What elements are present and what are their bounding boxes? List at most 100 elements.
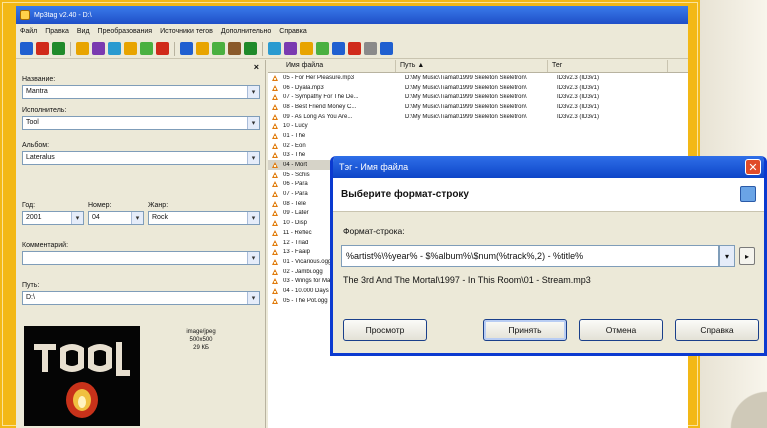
audio-file-icon: [272, 74, 278, 81]
chevron-down-icon[interactable]: ▾: [247, 152, 259, 164]
audio-file-icon: [272, 171, 278, 178]
audio-file-icon: [272, 200, 278, 207]
menu-help[interactable]: Справка: [279, 28, 306, 35]
title-bar: Mp3tag v2.40 - D:\: [16, 6, 688, 24]
arrow-right-icon[interactable]: ▸: [739, 247, 755, 265]
chevron-down-icon[interactable]: ▾: [247, 117, 259, 129]
row-path: D:\My Music\Tiamat\1999 Skeleton Skeletr…: [405, 113, 527, 120]
row-filename: 06 - Dyala.mp3: [283, 84, 324, 91]
audio-file-icon: [272, 297, 278, 304]
audio-file-icon: [272, 84, 278, 91]
toolbar-button-icon[interactable]: [332, 42, 345, 55]
audio-file-icon: [272, 220, 278, 227]
toolbar-button-icon[interactable]: [228, 42, 241, 55]
track-combo[interactable]: 04 ▾: [88, 211, 144, 225]
toolbar-button-icon[interactable]: [380, 42, 393, 55]
toolbar-button-icon[interactable]: [180, 42, 193, 55]
table-row[interactable]: 02 - Eon: [268, 141, 688, 151]
dialog-title-bar: Тэг - Имя файла: [333, 156, 764, 178]
audio-file-icon: [272, 249, 278, 256]
row-filename: 02 - Eon: [283, 142, 306, 149]
chevron-down-icon[interactable]: ▾: [247, 292, 259, 304]
toolbar-button-icon[interactable]: [212, 42, 225, 55]
toolbar-button-icon[interactable]: [364, 42, 377, 55]
audio-file-icon: [272, 210, 278, 217]
audio-file-icon: [272, 181, 278, 188]
toolbar-button-icon[interactable]: [268, 42, 281, 55]
genre-label: Жанр:: [148, 202, 169, 209]
ok-button[interactable]: Принять: [483, 319, 567, 341]
row-filename: 07 - Sympathy For The De...: [283, 94, 359, 101]
album-combo[interactable]: Lateralus ▾: [22, 151, 260, 165]
menu-extra[interactable]: Дополнительно: [221, 28, 271, 35]
menu-tag-sources[interactable]: Источники тегов: [160, 28, 213, 35]
panel-close-icon[interactable]: ×: [254, 62, 259, 72]
toolbar-button-icon[interactable]: [300, 42, 313, 55]
toolbar-button-icon[interactable]: [76, 42, 89, 55]
comment-field: Комментарий: ▾: [22, 242, 260, 265]
table-row[interactable]: 07 - Sympathy For The De... D:\My Music\T…: [268, 92, 688, 102]
toolbar-button-icon[interactable]: [244, 42, 257, 55]
audio-file-icon: [272, 94, 278, 101]
column-path[interactable]: Путь ▲: [396, 60, 548, 72]
title-field: Название: Mantra ▾: [22, 76, 260, 99]
audio-file-icon: [272, 191, 278, 198]
menu-view[interactable]: Вид: [77, 28, 90, 35]
menu-convert[interactable]: Преобразования: [98, 28, 153, 35]
artist-combo[interactable]: Tool ▾: [22, 116, 260, 130]
toolbar-button-icon[interactable]: [92, 42, 105, 55]
toolbar-button-icon[interactable]: [108, 42, 121, 55]
toolbar-button-icon[interactable]: [156, 42, 169, 55]
menu-file[interactable]: Файл: [20, 28, 37, 35]
toolbar-separator: [262, 41, 263, 56]
audio-file-icon: [272, 132, 278, 139]
audio-file-icon: [272, 268, 278, 275]
toolbar-button-icon[interactable]: [36, 42, 49, 55]
chevron-down-icon[interactable]: ▾: [247, 86, 259, 98]
track-field: Номер: 04 ▾: [88, 202, 144, 225]
help-button[interactable]: Справка: [675, 319, 759, 341]
chevron-down-icon[interactable]: ▾: [247, 252, 259, 264]
column-tag[interactable]: Тег: [548, 60, 668, 72]
cancel-button[interactable]: Отмена: [579, 319, 663, 341]
chevron-down-icon[interactable]: ▾: [71, 212, 83, 224]
toolbar-button-icon[interactable]: [284, 42, 297, 55]
toolbar-button-icon[interactable]: [52, 42, 65, 55]
album-field: Альбом: Lateralus ▾: [22, 142, 260, 165]
toolbar-separator: [174, 41, 175, 56]
table-row[interactable]: 10 - Lucy: [268, 121, 688, 131]
toolbar-button-icon[interactable]: [140, 42, 153, 55]
menu-edit[interactable]: Правка: [45, 28, 69, 35]
toolbar-button-icon[interactable]: [316, 42, 329, 55]
file-list-header: Имя файла Путь ▲ Тег: [268, 60, 688, 73]
chevron-down-icon[interactable]: ▾: [131, 212, 143, 224]
audio-file-icon: [272, 239, 278, 246]
chevron-down-icon[interactable]: ▾: [719, 245, 735, 267]
genre-field: Жанр: Rock ▾: [148, 202, 260, 225]
toolbar-button-icon[interactable]: [196, 42, 209, 55]
audio-file-icon: [272, 258, 278, 265]
chevron-down-icon[interactable]: ▾: [247, 212, 259, 224]
album-cover[interactable]: [24, 326, 140, 426]
preview-button[interactable]: Просмотр: [343, 319, 427, 341]
path-combo[interactable]: D:\ ▾: [22, 291, 260, 305]
title-combo[interactable]: Mantra ▾: [22, 85, 260, 99]
format-string-input[interactable]: %artist%\%year% - $%album%\$num(%track%,…: [341, 245, 719, 267]
audio-file-icon: [272, 152, 278, 159]
table-row[interactable]: 05 - For Her Pleasure.mp3 D:\My Music\Tia…: [268, 73, 688, 83]
comment-combo[interactable]: ▾: [22, 251, 260, 265]
year-combo[interactable]: 2001 ▾: [22, 211, 84, 225]
close-icon[interactable]: ✕: [745, 159, 761, 175]
wizard-icon: [740, 186, 756, 202]
table-row[interactable]: 08 - Best Friend Money C... D:\My Music\T…: [268, 102, 688, 112]
genre-combo[interactable]: Rock ▾: [148, 211, 260, 225]
table-row[interactable]: 01 - The: [268, 131, 688, 141]
toolbar-button-icon[interactable]: [348, 42, 361, 55]
column-filename[interactable]: Имя файла: [268, 60, 396, 72]
table-row[interactable]: 09 - As Long As You Are... D:\My Music\Ti…: [268, 112, 688, 122]
toolbar-button-icon[interactable]: [20, 42, 33, 55]
table-row[interactable]: 06 - Dyala.mp3 D:\My Music\Tiamat\1999 Sk…: [268, 83, 688, 93]
format-label: Формат-строка:: [343, 226, 405, 236]
toolbar-button-icon[interactable]: [124, 42, 137, 55]
row-filename: 10 - Lucy: [283, 123, 308, 130]
